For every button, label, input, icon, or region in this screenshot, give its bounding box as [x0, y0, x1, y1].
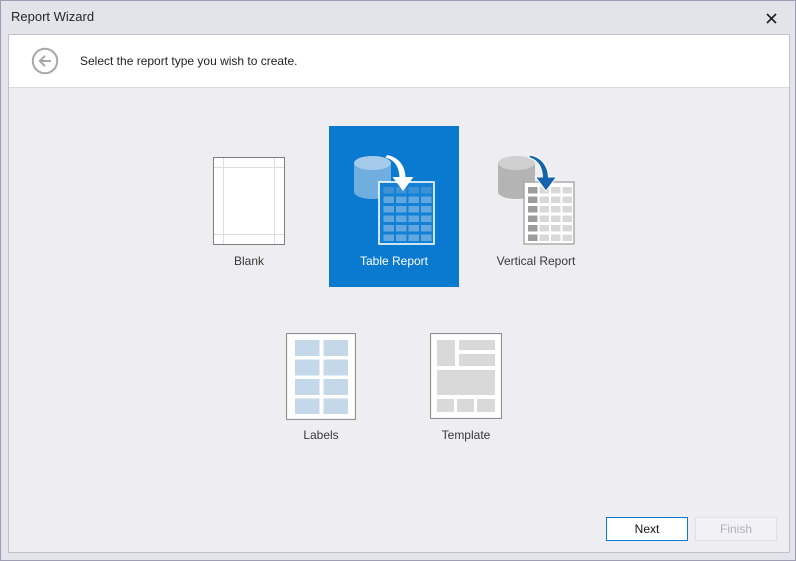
report-type-labels[interactable]: Labels	[271, 331, 371, 461]
close-icon	[765, 12, 778, 25]
template-page-icon	[430, 333, 502, 419]
report-type-table[interactable]: Table Report	[329, 126, 459, 287]
report-type-label: Table Report	[329, 254, 459, 268]
report-type-label: Blank	[184, 254, 314, 268]
back-arrow-icon	[31, 47, 59, 75]
wizard-header: Select the report type you wish to creat…	[9, 35, 789, 88]
report-type-label: Labels	[271, 428, 371, 442]
blank-page-icon	[213, 157, 285, 245]
window-title: Report Wizard	[11, 9, 94, 24]
next-button[interactable]: Next	[606, 517, 688, 541]
wizard-panel: Select the report type you wish to creat…	[8, 34, 790, 553]
close-button[interactable]	[765, 12, 778, 25]
finish-button[interactable]: Finish	[695, 517, 777, 541]
vertical-report-icon	[498, 154, 578, 246]
report-type-vertical[interactable]: Vertical Report	[471, 126, 601, 287]
wizard-instruction: Select the report type you wish to creat…	[80, 35, 297, 88]
table-report-icon	[354, 154, 436, 246]
back-button[interactable]	[31, 47, 59, 75]
report-type-blank[interactable]: Blank	[184, 126, 314, 287]
report-type-template[interactable]: Template	[416, 331, 516, 461]
report-type-label: Template	[416, 428, 516, 442]
report-wizard-dialog: Report Wizard Select the report type you…	[0, 0, 796, 561]
report-type-label: Vertical Report	[471, 254, 601, 268]
titlebar: Report Wizard	[1, 1, 795, 34]
labels-page-icon	[286, 333, 356, 420]
